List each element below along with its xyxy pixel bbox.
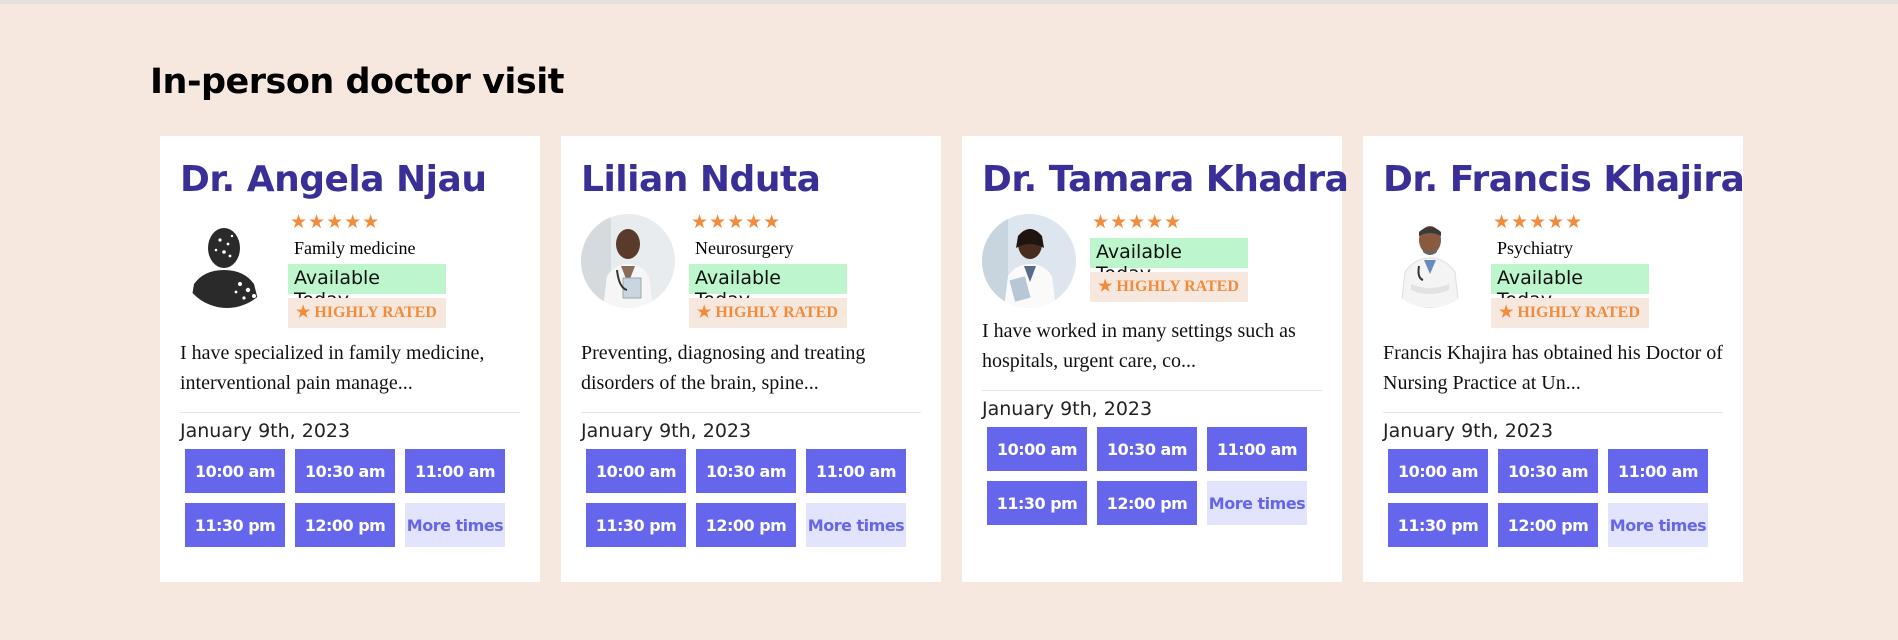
- doctor-summary: ★★★★★ Neurosurgery Available Today ★ HIG…: [581, 212, 921, 332]
- doctor-card[interactable]: Dr. Francis Khajira ★★★★★ Psychiatry Ava…: [1363, 136, 1745, 582]
- time-slot-button[interactable]: 11:00 am: [1207, 427, 1307, 471]
- time-slot-button[interactable]: 10:00 am: [987, 427, 1087, 471]
- time-slot-button[interactable]: 11:00 am: [806, 449, 906, 493]
- appointment-date: January 9th, 2023: [1383, 420, 1554, 442]
- doctor-info: ★★★★★ Family medicine Available Today ★ …: [288, 212, 446, 332]
- time-slot-button[interactable]: 11:30 pm: [185, 503, 285, 547]
- divider: [581, 412, 921, 413]
- doctor-info: ★★★★★ Psychiatry Available Today ★ HIGHL…: [1491, 212, 1649, 332]
- time-slot-button[interactable]: 11:30 pm: [1388, 503, 1488, 547]
- doctor-bio: Francis Khajira has obtained his Doctor …: [1383, 342, 1723, 394]
- highly-rated-badge: ★ HIGHLY RATED: [689, 298, 847, 328]
- appointment-date: January 9th, 2023: [982, 398, 1153, 420]
- time-slots: 10:00 am 10:30 am 11:00 am 11:30 pm 12:0…: [987, 427, 1322, 525]
- doctor-summary: ★★★★★ Psychiatry Available Today ★ HIGHL…: [1383, 212, 1723, 332]
- avatar: [581, 214, 675, 308]
- appointment-date: January 9th, 2023: [581, 420, 752, 442]
- time-slot-button[interactable]: 12:00 pm: [295, 503, 395, 547]
- more-times-button[interactable]: More times: [1207, 481, 1307, 525]
- doctor-card[interactable]: Lilian Nduta ★★★★★ Neurosurgery Availabl…: [561, 136, 941, 582]
- section-title: In-person doctor visit: [150, 62, 564, 102]
- appointment-date: January 9th, 2023: [180, 420, 351, 442]
- star-rating-icon: ★★★★★: [691, 212, 782, 233]
- doctor-info: ★★★★★ Available Today ★ HIGHLY RATED: [1090, 212, 1248, 310]
- doctor-name[interactable]: Dr. Tamara Khadra: [982, 158, 1349, 202]
- time-slot-button[interactable]: 11:30 pm: [987, 481, 1087, 525]
- time-slots: 10:00 am 10:30 am 11:00 am 11:30 pm 12:0…: [1388, 449, 1723, 547]
- doctor-name[interactable]: Dr. Angela Njau: [180, 158, 520, 202]
- available-badge: Available Today: [288, 264, 446, 311]
- doctor-card[interactable]: Dr. Tamara Khadra ★★★★★ Available Today …: [962, 136, 1349, 582]
- divider: [180, 412, 520, 413]
- available-badge: Available Today: [1491, 264, 1649, 311]
- star-rating-icon: ★★★★★: [1493, 212, 1584, 233]
- highly-rated-badge: ★ HIGHLY RATED: [288, 298, 446, 328]
- time-slot-button[interactable]: 11:00 am: [405, 449, 505, 493]
- available-badge: Available Today: [1090, 238, 1248, 285]
- doctor-info: ★★★★★ Neurosurgery Available Today ★ HIG…: [689, 212, 847, 332]
- time-slot-button[interactable]: 10:00 am: [185, 449, 285, 493]
- avatar: [180, 214, 274, 308]
- time-slot-button[interactable]: 10:30 am: [1498, 449, 1598, 493]
- available-badge: Available Today: [689, 264, 847, 311]
- time-slot-button[interactable]: 10:30 am: [295, 449, 395, 493]
- highly-rated-badge: ★ HIGHLY RATED: [1090, 272, 1248, 302]
- highly-rated-badge: ★ HIGHLY RATED: [1491, 298, 1649, 328]
- time-slot-button[interactable]: 10:30 am: [1097, 427, 1197, 471]
- star-rating-icon: ★★★★★: [1092, 212, 1183, 233]
- doctor-bio: Preventing, diagnosing and treating diso…: [581, 342, 866, 394]
- divider: [982, 390, 1322, 391]
- time-slot-button[interactable]: 12:00 pm: [1498, 503, 1598, 547]
- time-slot-button[interactable]: 10:00 am: [1388, 449, 1488, 493]
- more-times-button[interactable]: More times: [806, 503, 906, 547]
- doctor-name[interactable]: Lilian Nduta: [581, 158, 921, 202]
- time-slot-button[interactable]: 11:30 pm: [586, 503, 686, 547]
- time-slots: 10:00 am 10:30 am 11:00 am 11:30 pm 12:0…: [185, 449, 520, 547]
- time-slot-button[interactable]: 12:00 pm: [696, 503, 796, 547]
- avatar: [982, 214, 1076, 308]
- time-slot-button[interactable]: 12:00 pm: [1097, 481, 1197, 525]
- doctor-name[interactable]: Dr. Francis Khajira: [1383, 158, 1745, 202]
- time-slot-button[interactable]: 11:00 am: [1608, 449, 1708, 493]
- specialty: Family medicine: [294, 238, 416, 258]
- specialty: Neurosurgery: [695, 238, 794, 258]
- doctor-cards: Dr. Angela Njau ★★★★★ Family medicine Av…: [160, 136, 1745, 582]
- divider: [1383, 412, 1723, 413]
- more-times-button[interactable]: More times: [1608, 503, 1708, 547]
- more-times-button[interactable]: More times: [405, 503, 505, 547]
- doctor-summary: ★★★★★ Family medicine Available Today ★ …: [180, 212, 520, 332]
- time-slots: 10:00 am 10:30 am 11:00 am 11:30 pm 12:0…: [586, 449, 921, 547]
- time-slot-button[interactable]: 10:00 am: [586, 449, 686, 493]
- doctor-card[interactable]: Dr. Angela Njau ★★★★★ Family medicine Av…: [160, 136, 540, 582]
- doctor-summary: ★★★★★ Available Today ★ HIGHLY RATED: [982, 212, 1322, 310]
- doctor-bio: I have specialized in family medicine, i…: [180, 342, 485, 394]
- star-rating-icon: ★★★★★: [290, 212, 381, 233]
- specialty: Psychiatry: [1497, 238, 1573, 258]
- doctor-bio: I have worked in many settings such as h…: [982, 320, 1296, 372]
- avatar: [1383, 214, 1477, 308]
- time-slot-button[interactable]: 10:30 am: [696, 449, 796, 493]
- top-border: [0, 0, 1898, 4]
